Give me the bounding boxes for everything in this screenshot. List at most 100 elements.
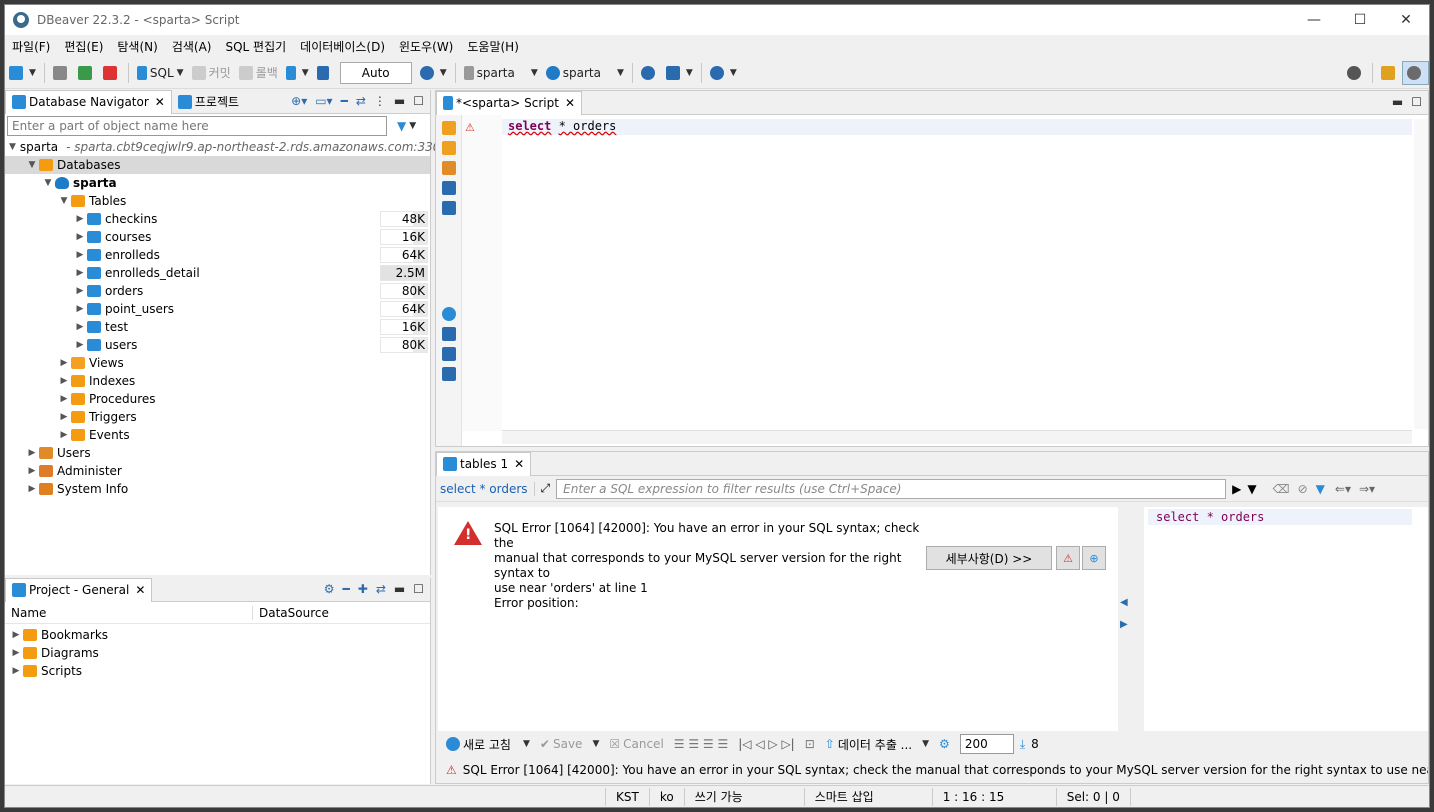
commit-mode-field[interactable]: Auto — [339, 61, 412, 84]
maximize-panel-icon[interactable]: ☐ — [1411, 95, 1422, 109]
link-editor-icon[interactable]: ⇄ — [356, 94, 366, 108]
project-scripts[interactable]: ▶ Scripts — [5, 662, 430, 680]
explain-plan-icon[interactable] — [441, 181, 456, 195]
minimize-panel-icon[interactable]: ▬ — [1392, 95, 1403, 109]
details-button[interactable]: 세부사항(D) >> — [926, 546, 1052, 570]
project-diagrams[interactable]: ▶ Diagrams — [5, 644, 430, 662]
minimize-panel-icon[interactable]: ▬ — [394, 582, 405, 596]
menu-database[interactable]: 데이터베이스(D) — [293, 38, 392, 55]
chevron-right-icon[interactable]: ▶ — [73, 214, 87, 224]
tree-table-item[interactable]: ▶ checkins 48K — [5, 210, 430, 228]
query-text[interactable]: select * orders — [1148, 509, 1412, 525]
dbeaver-perspective-button[interactable] — [1402, 60, 1429, 85]
tree-table-item[interactable]: ▶ enrolleds_detail 2.5M — [5, 264, 430, 282]
close-button[interactable]: ✕ — [1383, 5, 1429, 35]
chevron-down-icon[interactable]: ▼ — [57, 196, 71, 206]
chevron-right-icon[interactable]: ▶ — [25, 466, 39, 476]
maximize-panel-icon[interactable]: ☐ — [413, 582, 424, 596]
query-label[interactable]: select * orders — [440, 481, 535, 496]
vertical-scrollbar[interactable] — [1414, 119, 1428, 429]
format-icon[interactable] — [441, 367, 456, 381]
transaction-mode-button[interactable]: ▼ — [282, 61, 313, 85]
execute-statement-icon[interactable] — [441, 121, 456, 135]
tree-table-item[interactable]: ▶ courses 16K — [5, 228, 430, 246]
filter-dropdown-icon[interactable]: ▼ — [409, 121, 416, 131]
filter-history-icon[interactable]: ▼ — [1247, 482, 1256, 496]
tree-table-item[interactable]: ▶ users 80K — [5, 336, 430, 354]
chevron-right-icon[interactable]: ▶ — [73, 268, 87, 278]
new-connection-icon[interactable]: ⊕▾ — [291, 94, 307, 108]
close-tab-icon[interactable]: ✕ — [514, 457, 524, 471]
link-editor-icon[interactable]: ⇄ — [376, 582, 386, 596]
global-search-button[interactable] — [1343, 61, 1368, 85]
tree-events[interactable]: ▶ Events — [5, 426, 430, 444]
tree-administer[interactable]: ▶ Administer — [5, 462, 430, 480]
tree-views[interactable]: ▶ Views — [5, 354, 430, 372]
maximize-button[interactable]: ☐ — [1337, 5, 1383, 35]
connect-button[interactable] — [49, 61, 74, 85]
rollback-button[interactable]: 롤백 — [235, 61, 282, 85]
tree-system-info[interactable]: ▶ System Info — [5, 480, 430, 498]
cancel-button[interactable]: ☒ Cancel — [609, 737, 663, 751]
back-icon[interactable]: ⇐▾ — [1335, 482, 1351, 496]
tab-projects[interactable]: 프로젝트 — [172, 90, 245, 114]
panel-toggle[interactable]: ◀ ▶ — [1120, 592, 1128, 636]
chevron-right-icon[interactable]: ▶ — [57, 376, 71, 386]
close-tab-icon[interactable]: ✕ — [565, 96, 575, 110]
chevron-right-icon[interactable]: ▶ — [73, 340, 87, 350]
view-menu-icon[interactable]: ⋮ — [374, 94, 386, 108]
expand-icon[interactable]: ⤢ — [541, 481, 551, 496]
new-connection-button[interactable]: ▼ — [5, 61, 40, 85]
chevron-right-icon[interactable]: ▶ — [57, 394, 71, 404]
minimize-button[interactable]: — — [1291, 5, 1337, 35]
execute-new-tab-icon[interactable] — [441, 161, 456, 175]
tree-users[interactable]: ▶ Users — [5, 444, 430, 462]
forward-icon[interactable]: ⇒▾ — [1359, 482, 1375, 496]
chevron-right-icon[interactable]: ▶ — [9, 666, 23, 676]
close-tab-icon[interactable]: ✕ — [135, 583, 145, 597]
tree-connection[interactable]: ▼ sparta - sparta.cbt9ceqjwlr9.ap-northe… — [5, 138, 448, 156]
fetch-all-button[interactable]: ⊡ — [805, 737, 815, 751]
tree-indexes[interactable]: ▶ Indexes — [5, 372, 430, 390]
settings-gear-icon[interactable] — [441, 307, 456, 321]
row-edit-tools[interactable]: ☰ ☰ ☰ ☰ — [674, 737, 728, 751]
pager-buttons[interactable]: |◁ ◁ ▷ ▷| — [738, 737, 794, 751]
warning-icon[interactable]: ⚠ — [465, 121, 475, 134]
tree-table-item[interactable]: ▶ test 16K — [5, 318, 430, 336]
commit-button[interactable]: 커밋 — [188, 61, 235, 85]
tab-database-navigator[interactable]: Database Navigator ✕ — [5, 89, 172, 114]
collapse-all-icon[interactable]: ━ — [343, 582, 350, 596]
lock-button[interactable] — [313, 61, 336, 85]
dashboard-button[interactable] — [637, 61, 662, 85]
eraser-icon[interactable]: ⌫ — [1273, 482, 1290, 496]
sql-code-line[interactable]: select * orders — [508, 119, 616, 133]
menu-sql-editor[interactable]: SQL 편집기 — [218, 38, 293, 55]
file-icon[interactable] — [441, 347, 456, 361]
minimize-panel-icon[interactable]: ▬ — [394, 94, 405, 108]
erd-button[interactable]: ▼ — [662, 61, 697, 85]
results-settings-button[interactable]: ⚙ — [939, 737, 950, 751]
refresh-button[interactable]: 새로 고침 ▼ — [446, 736, 530, 753]
chevron-right-icon[interactable]: ▶ — [25, 448, 39, 458]
chevron-right-icon[interactable]: ▶ — [57, 358, 71, 368]
menu-file[interactable]: 파일(F) — [5, 38, 57, 55]
tree-procedures[interactable]: ▶ Procedures — [5, 390, 430, 408]
chevron-right-icon[interactable]: ▶ — [25, 484, 39, 494]
execute-script-icon[interactable] — [441, 141, 456, 155]
menu-search[interactable]: 검색(A) — [165, 38, 219, 55]
sql-editor-button[interactable]: SQL ▼ — [133, 61, 188, 85]
chevron-right-icon[interactable]: ▶ — [9, 648, 23, 658]
filter-icon[interactable]: ▼ — [397, 119, 406, 133]
collapse-all-icon[interactable]: ━ — [341, 94, 348, 108]
disconnect-button[interactable] — [99, 61, 124, 85]
save-button[interactable]: ✔ Save ▼ — [540, 737, 599, 751]
menu-navigate[interactable]: 탐색(N) — [110, 38, 164, 55]
apply-filter-icon[interactable]: ▶ — [1232, 482, 1241, 496]
filter-icon[interactable]: ▼ — [1316, 482, 1325, 496]
menu-window[interactable]: 윈도우(W) — [392, 38, 460, 55]
export-icon[interactable] — [441, 327, 456, 341]
chevron-right-icon[interactable]: ▶ — [57, 412, 71, 422]
menu-help[interactable]: 도움말(H) — [460, 38, 526, 55]
settings-gear-icon[interactable]: ⚙ — [324, 582, 335, 596]
help-button[interactable]: ⊕ — [1082, 546, 1106, 570]
